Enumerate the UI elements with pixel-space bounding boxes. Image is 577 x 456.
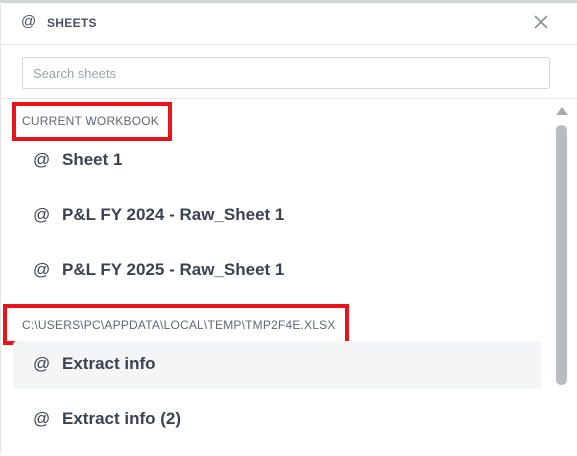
list-item-label: P&L FY 2024 - Raw_Sheet 1 [62, 205, 285, 224]
close-icon[interactable] [531, 12, 551, 32]
scroll-up-arrow-icon[interactable] [556, 107, 568, 115]
at-icon: @ [33, 260, 51, 279]
scrollbar[interactable] [553, 99, 570, 456]
list-item-extract-info[interactable]: @ Extract info [13, 341, 542, 389]
list-item-label: P&L FY 2025 - Raw_Sheet 1 [62, 260, 285, 279]
search-area [1, 45, 577, 99]
sheets-panel: @ SHEETS CURRENT WORKBOOK @ Sheet 1 @ P&… [0, 0, 577, 453]
highlight-box [3, 304, 349, 345]
at-icon: @ [21, 13, 37, 30]
panel-header: @ SHEETS [1, 3, 577, 45]
sheet-list: CURRENT WORKBOOK @ Sheet 1 @ P&L FY 2024… [1, 99, 553, 456]
list-item-label: Extract info [62, 354, 156, 373]
list-item-extract-info-2[interactable]: @ Extract info (2) [13, 396, 542, 444]
panel-title: SHEETS [47, 16, 97, 30]
list-item-pl-fy-2024[interactable]: @ P&L FY 2024 - Raw_Sheet 1 [13, 192, 542, 240]
list-item-sheet-1[interactable]: @ Sheet 1 [13, 137, 542, 185]
search-input[interactable] [22, 57, 550, 89]
at-icon: @ [33, 354, 51, 373]
list-item-pl-fy-2025[interactable]: @ P&L FY 2025 - Raw_Sheet 1 [13, 247, 542, 295]
at-icon: @ [33, 409, 51, 428]
highlight-box [12, 102, 172, 141]
scroll-thumb[interactable] [556, 125, 567, 385]
at-icon: @ [33, 205, 51, 224]
list-item-label: Extract info (2) [62, 409, 182, 428]
list-item-label: Sheet 1 [62, 150, 123, 169]
at-icon: @ [33, 150, 51, 169]
